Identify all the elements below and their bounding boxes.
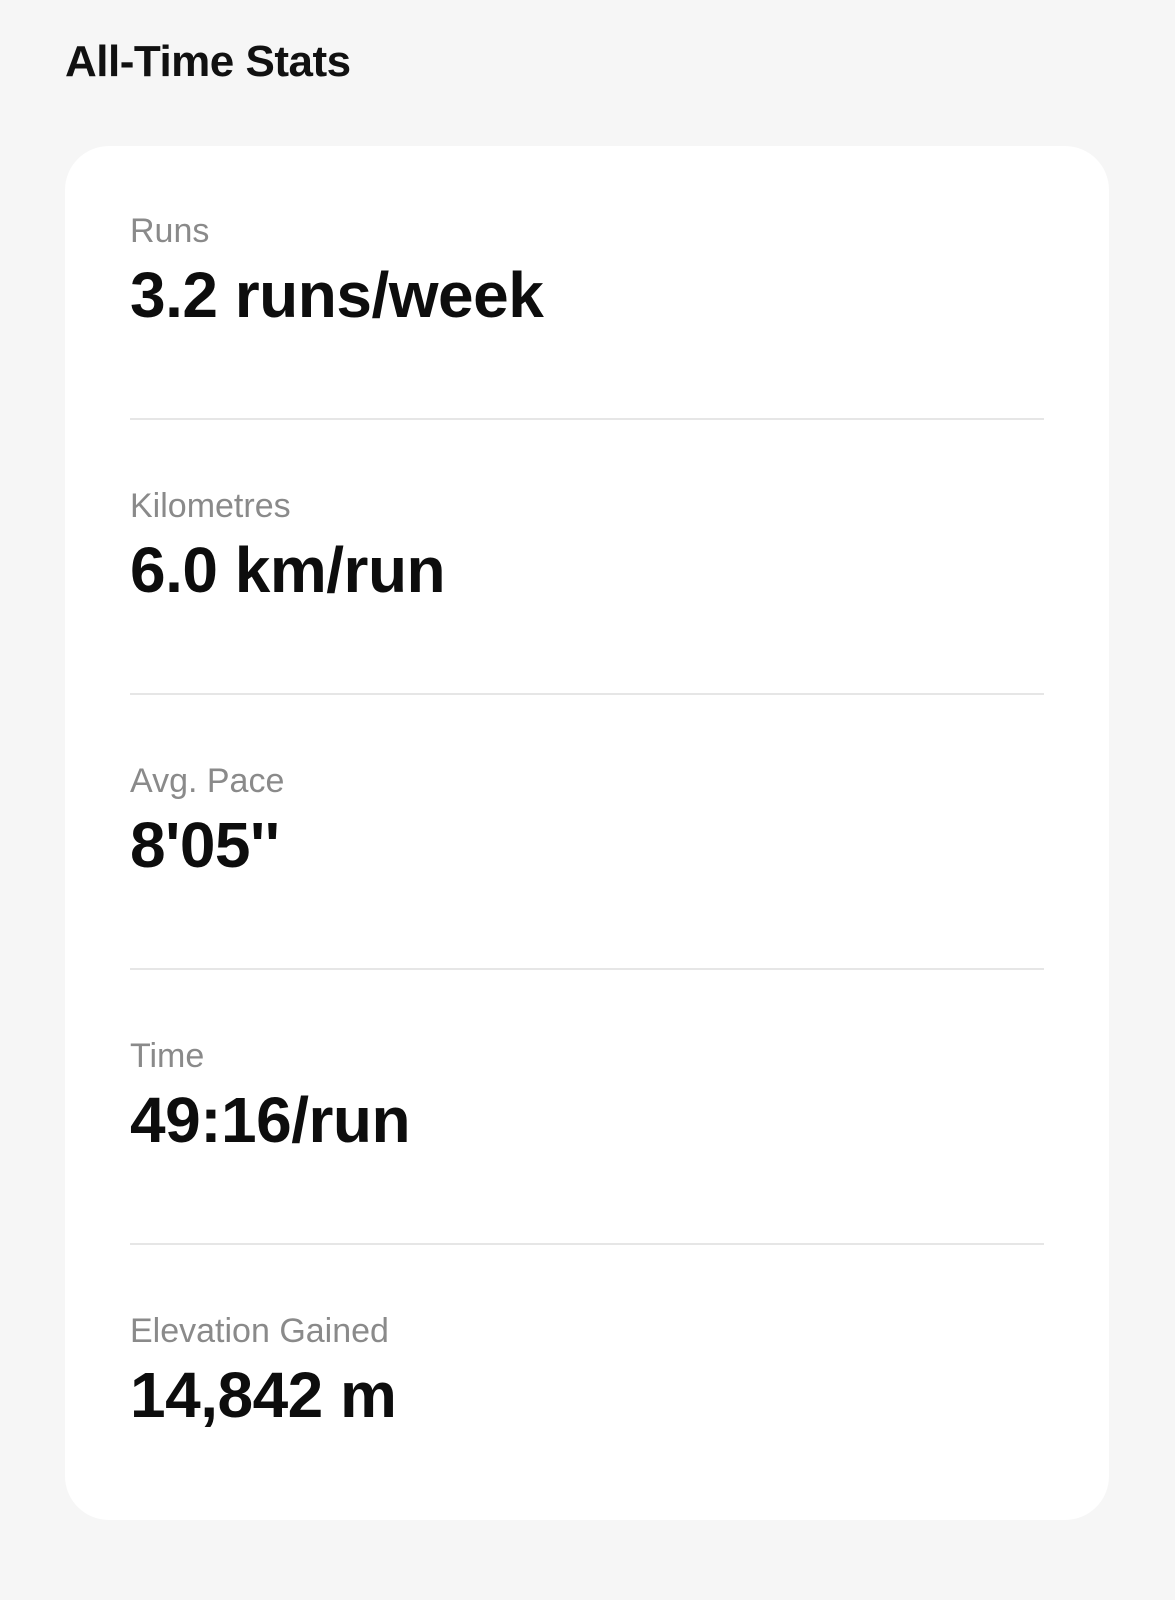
stat-row-time: Time 49:16/run [130,1036,1044,1311]
stat-label: Elevation Gained [130,1312,389,1350]
stat-value: 6.0 km/run [130,534,446,606]
stat-value: 8'05'' [130,809,280,881]
divider [130,418,1044,420]
divider [130,968,1044,970]
stat-label: Kilometres [130,487,291,525]
stat-label: Time [130,1037,205,1075]
stat-row-kilometres: Kilometres 6.0 km/run [130,486,1044,761]
all-time-stats-card: Runs 3.2 runs/week Kilometres 6.0 km/run… [65,146,1109,1520]
stat-row-elevation-gained: Elevation Gained 14,842 m [130,1311,1044,1586]
divider [130,693,1044,695]
page-title: All-Time Stats [65,37,351,86]
stat-row-runs: Runs 3.2 runs/week [130,211,1044,486]
stat-value: 14,842 m [130,1359,397,1431]
stat-value: 3.2 runs/week [130,259,544,331]
stat-row-avg-pace: Avg. Pace 8'05'' [130,761,1044,1036]
divider [130,1243,1044,1245]
stat-label: Avg. Pace [130,762,285,800]
stat-value: 49:16/run [130,1084,411,1156]
stat-label: Runs [130,212,210,250]
